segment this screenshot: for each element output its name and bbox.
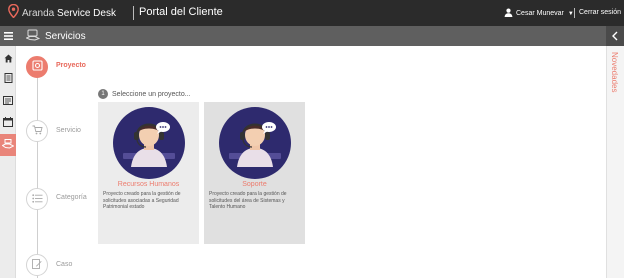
project-icon <box>31 58 43 76</box>
cart-icon <box>32 122 43 140</box>
nav-documents[interactable] <box>0 68 16 90</box>
header-divider <box>133 6 134 20</box>
logo-text: Aranda Service Desk <box>22 8 116 19</box>
collapse-panel-icon[interactable] <box>606 26 624 46</box>
step-label-project[interactable]: Proyecto <box>56 62 86 69</box>
news-label[interactable]: Novedades <box>610 52 619 92</box>
hint-text: Seleccione un proyecto... <box>112 90 191 98</box>
support-agent-icon <box>113 107 185 179</box>
portal-title: Portal del Cliente <box>139 6 223 18</box>
services-icon <box>1 136 15 154</box>
selection-hint: 1 Seleccione un proyecto... <box>98 89 191 99</box>
step-number-badge: 1 <box>98 89 108 99</box>
project-description: Proyecto creado para la gestión de solic… <box>209 191 287 210</box>
chevron-down-icon: ▼ <box>567 10 574 17</box>
support-agent-icon <box>219 107 291 179</box>
steps-connector <box>37 68 38 278</box>
nav-calendar[interactable] <box>0 112 16 134</box>
list-icon <box>3 92 13 110</box>
edit-document-icon <box>32 256 42 274</box>
location-pin-icon <box>8 3 19 23</box>
user-icon <box>504 8 513 19</box>
step-service[interactable] <box>26 120 48 142</box>
home-icon <box>4 50 13 68</box>
step-label-category[interactable]: Categoría <box>56 194 87 201</box>
list-icon <box>31 190 43 208</box>
section-title-text: Servicios <box>45 31 86 42</box>
calendar-icon <box>3 114 13 132</box>
logout-link[interactable]: Cerrar sesión <box>579 9 621 16</box>
left-nav <box>0 46 16 278</box>
services-icon <box>25 29 41 44</box>
project-name: Soporte <box>242 181 267 188</box>
step-project[interactable] <box>26 56 48 78</box>
section-bar: Servicios <box>0 26 624 46</box>
app-logo[interactable]: Aranda Service Desk <box>8 3 116 23</box>
step-label-case[interactable]: Caso <box>56 261 72 268</box>
step-label-service[interactable]: Servicio <box>56 127 81 134</box>
nav-services[interactable] <box>0 134 16 156</box>
document-icon <box>4 70 13 88</box>
user-menu[interactable]: Cesar Munevar ▼ <box>504 8 574 19</box>
main-content: Proyecto Servicio Categoría Caso 1 Selec… <box>16 46 606 278</box>
user-divider <box>574 8 575 18</box>
nav-cases[interactable] <box>0 90 16 112</box>
step-case[interactable] <box>26 254 48 276</box>
user-name: Cesar Munevar <box>516 10 564 17</box>
project-card[interactable]: Soporte Proyecto creado para la gestión … <box>204 102 305 244</box>
project-card[interactable]: Recursos Humanos Proyecto creado para la… <box>98 102 199 244</box>
logo-suffix: Service Desk <box>57 7 116 19</box>
logo-prefix: Aranda <box>22 7 55 19</box>
nav-home[interactable] <box>0 48 16 70</box>
hamburger-menu-icon[interactable] <box>0 26 16 46</box>
step-category[interactable] <box>26 188 48 210</box>
section-title: Servicios <box>25 29 86 44</box>
news-panel[interactable]: Novedades <box>606 46 624 278</box>
top-bar: Aranda Service Desk Portal del Cliente C… <box>0 0 624 26</box>
project-description: Proyecto creado para la gestión de solic… <box>103 191 181 210</box>
project-name: Recursos Humanos <box>117 181 180 188</box>
